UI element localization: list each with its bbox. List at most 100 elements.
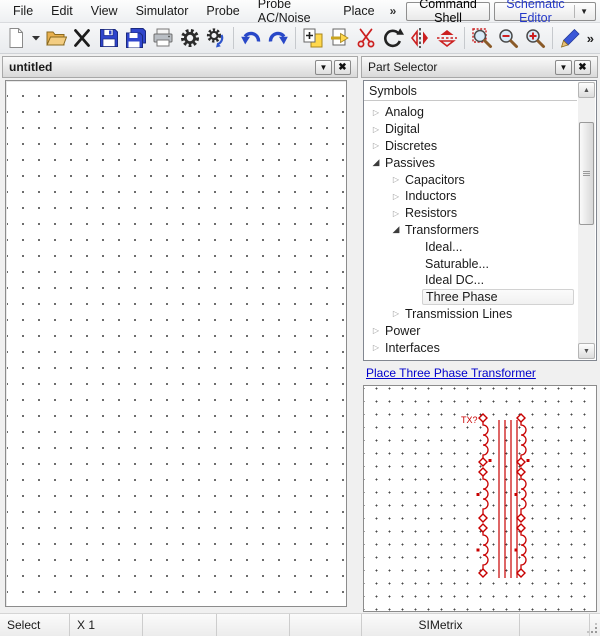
thumb-grip-icon (583, 171, 590, 176)
toolbar-separator (464, 27, 465, 49)
schematic-title-bar: untitled ▼ ✖ (2, 56, 358, 78)
zoom-area-button[interactable] (469, 25, 495, 51)
flip-vertical-icon (436, 27, 458, 49)
panel-menu-button[interactable]: ▼ (315, 60, 332, 75)
panel-close-button[interactable]: ✖ (574, 60, 591, 75)
expand-icon[interactable]: ▷ (390, 309, 402, 318)
panel-menu-button[interactable]: ▼ (555, 60, 572, 75)
tree-item-transmission-lines[interactable]: ▷Transmission Lines (364, 306, 576, 323)
schematic-editor-label: Schematic Editor (502, 0, 569, 25)
collapse-icon[interactable]: ◢ (370, 157, 382, 168)
tree-item-saturable[interactable]: Saturable... (364, 255, 576, 272)
zoom-out-button[interactable] (495, 25, 521, 51)
expand-icon[interactable]: ▷ (370, 108, 382, 117)
tree-scrollbar[interactable]: ▲ ▼ (578, 82, 595, 359)
status-mode: Select (0, 614, 70, 636)
close-schematic-button[interactable] (70, 25, 96, 51)
chevron-down-icon: ▼ (574, 5, 588, 18)
tree-item-power[interactable]: ▷Power (364, 322, 576, 339)
simulator-options-button[interactable] (204, 25, 230, 51)
open-button[interactable] (43, 25, 69, 51)
tree-item-transformers[interactable]: ◢Transformers (364, 222, 576, 239)
new-document-icon (5, 27, 27, 49)
expand-icon[interactable]: ▷ (390, 192, 402, 201)
wire-mode-button[interactable] (557, 25, 583, 51)
tree-item-digital[interactable]: ▷Digital (364, 121, 576, 138)
place-action-row: Place Three Phase Transformer (363, 361, 597, 385)
panel-close-button[interactable]: ✖ (334, 60, 351, 75)
paste-into-icon (329, 27, 351, 49)
flip-vertical-button[interactable] (434, 25, 460, 51)
tree-root-symbols[interactable]: Symbols (364, 81, 577, 101)
tree-item-ideal[interactable]: Ideal... (364, 238, 576, 255)
menu-view[interactable]: View (82, 2, 127, 20)
tree-item-three-phase[interactable]: Three Phase (364, 289, 576, 306)
expand-icon[interactable]: ▷ (370, 343, 382, 352)
expand-icon[interactable]: ▷ (390, 175, 402, 184)
main-toolbar: » (0, 23, 600, 54)
place-part-link[interactable]: Place Three Phase Transformer (366, 366, 536, 380)
resize-grip[interactable] (590, 614, 600, 636)
tree-item-interfaces[interactable]: ▷Interfaces (364, 339, 576, 356)
status-app-name: SIMetrix (362, 614, 520, 636)
menu-probe[interactable]: Probe (197, 2, 248, 20)
resize-grip-icon (587, 623, 598, 634)
part-preview-pane: TX? (363, 385, 597, 612)
menu-overflow-chevron[interactable]: » (384, 4, 403, 18)
scroll-down-icon[interactable]: ▼ (578, 343, 595, 359)
printer-icon (152, 27, 174, 49)
tree-item-inductors[interactable]: ▷Inductors (364, 188, 576, 205)
open-folder-icon (45, 27, 67, 49)
expand-icon[interactable]: ▷ (390, 209, 402, 218)
redo-button[interactable] (265, 25, 291, 51)
menu-place[interactable]: Place (334, 2, 383, 20)
expand-icon[interactable]: ▷ (370, 125, 382, 134)
schematic-editor-selector[interactable]: Schematic Editor ▼ (494, 2, 596, 21)
menu-edit[interactable]: Edit (42, 2, 82, 20)
copy-button[interactable] (300, 25, 326, 51)
pencil-icon (559, 27, 581, 49)
menu-simulator[interactable]: Simulator (127, 2, 198, 20)
expand-icon[interactable]: ▷ (370, 141, 382, 150)
part-selector-panel: Part Selector ▼ ✖ Symbols ▷Analog ▷Digit… (361, 56, 598, 613)
new-dropdown-button[interactable] (30, 25, 42, 51)
undo-button[interactable] (238, 25, 264, 51)
rotate-button[interactable] (380, 25, 406, 51)
scrollbar-track[interactable] (578, 98, 595, 343)
toolbar-overflow-chevron[interactable]: » (584, 31, 597, 46)
status-empty (520, 614, 590, 636)
toolbar-separator (233, 27, 234, 49)
three-phase-transformer-symbol: TX? (459, 410, 539, 590)
status-empty (217, 614, 290, 636)
tree-item-ideal-dc[interactable]: Ideal DC... (364, 272, 576, 289)
collapse-icon[interactable]: ◢ (390, 224, 402, 235)
cut-button[interactable] (353, 25, 379, 51)
menu-file[interactable]: File (4, 2, 42, 20)
tree-item-discretes[interactable]: ▷Discretes (364, 138, 576, 155)
undo-arrow-icon (240, 27, 262, 49)
tree-item-analog[interactable]: ▷Analog (364, 104, 576, 121)
rotate-arrow-icon (382, 27, 404, 49)
paste-button[interactable] (327, 25, 353, 51)
save-all-icon (125, 27, 147, 49)
flip-horizontal-button[interactable] (407, 25, 433, 51)
save-button[interactable] (96, 25, 122, 51)
options-button[interactable] (177, 25, 203, 51)
status-empty (290, 614, 362, 636)
save-all-button[interactable] (123, 25, 149, 51)
gear-sync-icon (205, 27, 227, 49)
scroll-up-icon[interactable]: ▲ (578, 82, 595, 98)
tree-item-capacitors[interactable]: ▷Capacitors (364, 171, 576, 188)
print-button[interactable] (150, 25, 176, 51)
close-x-icon (71, 27, 93, 49)
expand-icon[interactable]: ▷ (370, 326, 382, 335)
tree-item-passives[interactable]: ◢Passives (364, 154, 576, 171)
scrollbar-thumb[interactable] (579, 122, 594, 225)
command-shell-button[interactable]: Command Shell (406, 2, 490, 21)
zoom-in-button[interactable] (522, 25, 548, 51)
status-scale: X 1 (70, 614, 143, 636)
new-schematic-button[interactable] (3, 25, 29, 51)
zoom-area-icon (471, 27, 493, 49)
tree-item-resistors[interactable]: ▷Resistors (364, 205, 576, 222)
schematic-canvas[interactable] (5, 80, 347, 607)
